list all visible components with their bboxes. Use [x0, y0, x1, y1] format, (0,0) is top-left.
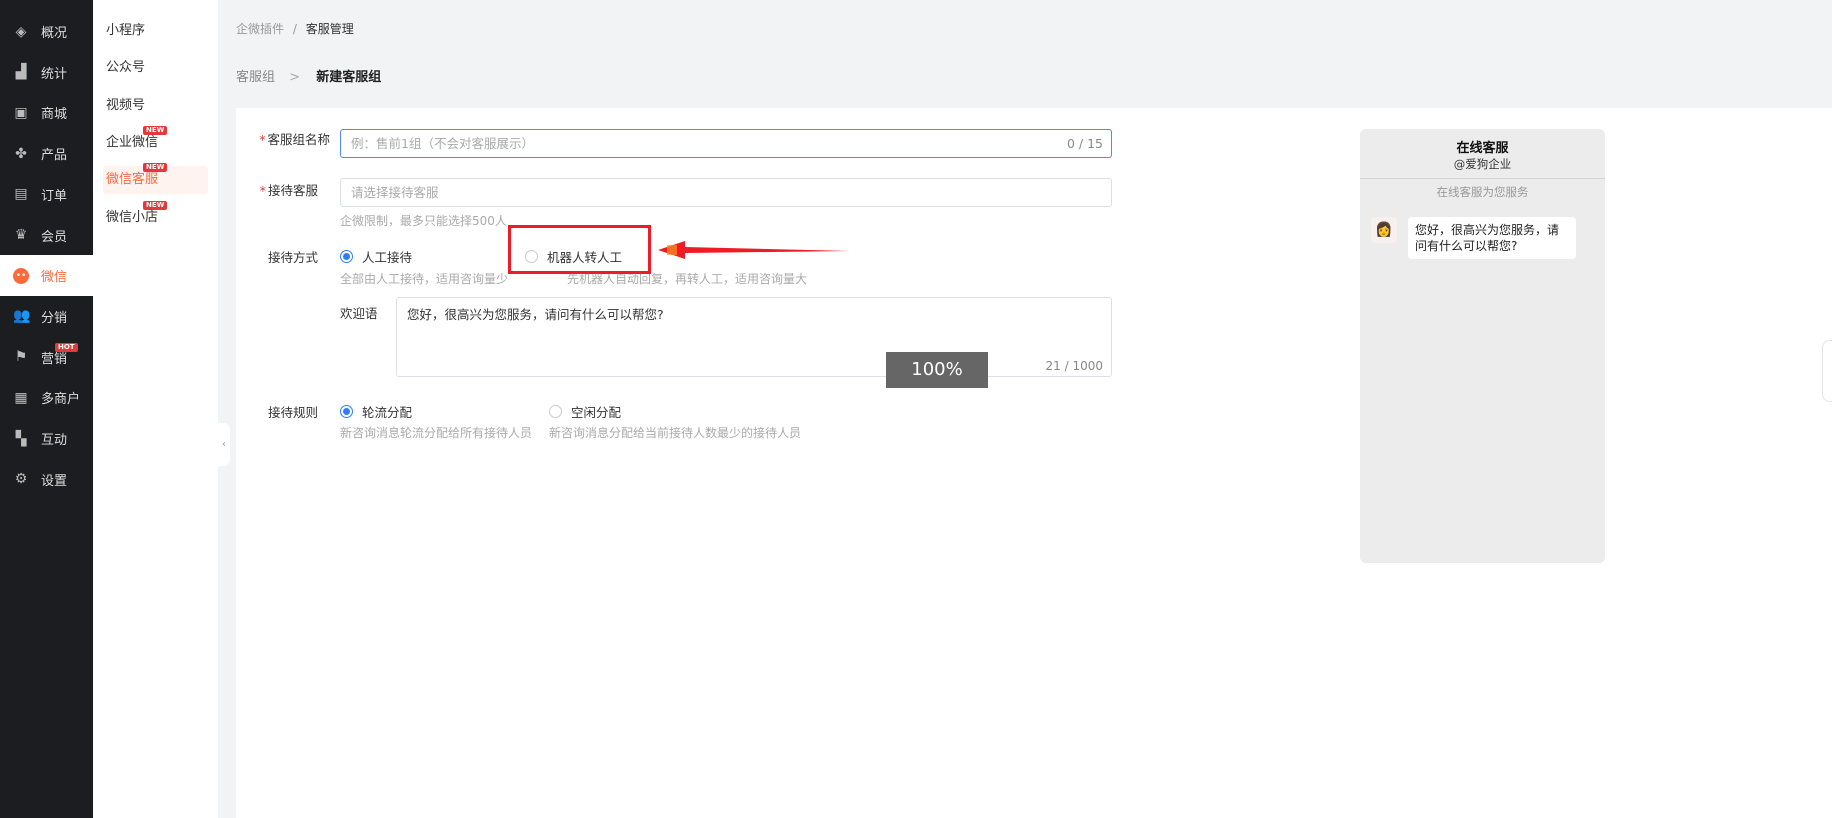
chat-preview: 在线客服 @爱狗企业 在线客服为您服务 👩 您好，很高兴为您服务，请问有什么可以… — [1360, 129, 1605, 563]
breadcrumb-sep: / — [292, 22, 297, 36]
product-icon: ✤ — [15, 145, 27, 162]
submenu-item-label: 视频号 — [106, 97, 146, 113]
radio-round-robin[interactable]: 轮流分配 — [340, 402, 412, 421]
agent-placeholder: 请选择接待客服 — [351, 185, 439, 200]
rule-label: 接待规则 — [267, 405, 318, 420]
name-label: * 客服组名称 — [259, 132, 330, 147]
round-robin-hint: 新咨询消息轮流分配给所有接待人员 — [340, 426, 533, 440]
chevron-right-icon: > — [289, 70, 301, 85]
breadcrumb-parent[interactable]: 企微插件 — [236, 22, 284, 36]
merchant-icon: ▦ — [14, 389, 28, 406]
sidebar-item-label: 会员 — [41, 229, 68, 245]
sidebar-item-0[interactable]: ◈ 概况 — [0, 11, 93, 52]
sidebar-item-2[interactable]: ▣ 商城 — [0, 92, 93, 133]
radio-idle[interactable]: 空闲分配 — [549, 402, 621, 421]
title-parent-link[interactable]: 客服组 — [236, 70, 275, 85]
submenu-item-4[interactable]: 微信客服 NEW — [103, 163, 208, 195]
side-float-panel[interactable] — [1822, 340, 1832, 402]
radio-dot — [340, 250, 353, 263]
sidebar-item-4[interactable]: ▤ 订单 — [0, 174, 93, 215]
breadcrumb: 企微插件 / 客服管理 — [236, 20, 354, 37]
agent-avatar: 👩 — [1371, 217, 1397, 243]
group-name-placeholder: 例：售前1组（不会对客服展示） — [351, 136, 534, 151]
submenu-item-3[interactable]: 企业微信 NEW — [103, 125, 208, 157]
sidebar-item-7[interactable]: 👥 分销 — [0, 296, 93, 337]
sidebar-item-label: 微信 — [41, 270, 68, 286]
collapse-sidebar-handle[interactable]: ‹ — [218, 423, 230, 466]
sub-menu: 小程序 公众号 视频号 企业微信 NEW 微信客服 NEW 微信小店 NEW — [93, 0, 218, 818]
radio-manual[interactable]: 人工接待 — [340, 247, 412, 266]
group-name-input[interactable]: 例：售前1组（不会对客服展示） 0 / 15 — [340, 129, 1112, 158]
distribution-icon: 👥 — [13, 308, 31, 325]
welcome-bubble: 您好，很高兴为您服务，请问有什么可以帮您? — [1408, 217, 1576, 259]
radio-dot — [340, 405, 353, 418]
sidebar-item-5[interactable]: ♛ 会员 — [0, 215, 93, 256]
group-name-count: 0 / 15 — [1066, 136, 1103, 151]
manual-hint: 全部由人工接待，适用咨询量少 — [340, 272, 509, 286]
gear-icon: ⚙ — [14, 471, 28, 488]
preview-company: @爱狗企业 — [1360, 156, 1605, 179]
submenu-item-2[interactable]: 视频号 — [103, 92, 208, 120]
submenu-item-label: 企业微信 — [106, 134, 159, 150]
page-title: 客服组 > 新建客服组 — [236, 66, 381, 85]
shop-icon: ▣ — [14, 104, 28, 121]
new-badge: NEW — [143, 200, 168, 210]
sidebar-item-3[interactable]: ✤ 产品 — [0, 133, 93, 174]
agent-hint: 企微限制，最多只能选择500人 — [340, 214, 507, 228]
sidebar-item-11[interactable]: ⚙ 设置 — [0, 459, 93, 500]
flag-icon: ⚑ — [14, 349, 28, 366]
sidebar-item-8[interactable]: ⚑ 营销 HOT — [0, 337, 93, 378]
sidebar-item-1[interactable]: ▟ 统计 — [0, 52, 93, 93]
title-current: 新建客服组 — [316, 70, 382, 85]
interact-icon: ▚ — [15, 430, 27, 447]
preview-subtitle: 在线客服为您服务 — [1436, 185, 1529, 199]
wechat-icon: •• — [13, 267, 29, 284]
submenu-item-5[interactable]: 微信小店 NEW — [103, 200, 208, 232]
sidebar-item-9[interactable]: ▦ 多商户 — [0, 377, 93, 418]
stats-icon: ▟ — [15, 64, 27, 81]
breadcrumb-current: 客服管理 — [305, 22, 354, 36]
sidebar-item-10[interactable]: ▚ 互动 — [0, 418, 93, 459]
submenu-item-label: 公众号 — [106, 60, 146, 76]
submenu-item-0[interactable]: 小程序 — [103, 17, 208, 45]
crown-icon: ♛ — [14, 227, 28, 243]
sidebar-item-label: 商城 — [41, 107, 68, 123]
sidebar-item-label: 互动 — [41, 433, 68, 448]
agent-label: * 接待客服 — [259, 183, 318, 198]
submenu-item-label: 小程序 — [106, 23, 146, 38]
radio-dot — [549, 405, 562, 418]
idle-hint: 新咨询消息分配给当前接待人数最少的接待人员 — [549, 426, 802, 440]
order-icon: ▤ — [14, 186, 28, 203]
hot-badge: HOT — [55, 342, 78, 352]
sidebar-item-label: 订单 — [41, 188, 68, 204]
annotation-highlight-box — [508, 225, 651, 274]
submenu-item-label: 微信小店 — [106, 209, 159, 225]
layers-icon: ◈ — [15, 23, 27, 40]
sidebar-item-label: 统计 — [41, 66, 68, 82]
sidebar-item-label: 产品 — [41, 148, 68, 164]
sidebar-item-label: 概况 — [41, 26, 68, 41]
submenu-item-label: 微信客服 — [106, 172, 159, 188]
mode-label: 接待方式 — [267, 250, 318, 265]
zoom-level-overlay: 100% — [886, 352, 988, 388]
sidebar-item-6[interactable]: •• 微信 — [0, 255, 93, 297]
welcome-count: 21 / 1000 — [1045, 359, 1103, 373]
preview-title: 在线客服 — [1456, 141, 1509, 156]
main-sidebar: ◈ 概况 ▟ 统计 ▣ 商城 ✤ 产品 ▤ 订单 ♛ 会员 •• 微信 👥 分销 ⚑ 营销 HOT ▦ 多商户 ▚ 互动 ⚙ 设… — [0, 0, 93, 818]
annotation-arrow-icon — [658, 241, 850, 259]
new-badge: NEW — [143, 125, 168, 135]
submenu-item-1[interactable]: 公众号 — [103, 54, 208, 82]
agent-select[interactable]: 请选择接待客服 — [340, 178, 1112, 207]
new-badge: NEW — [143, 163, 168, 173]
welcome-textarea[interactable]: 您好，很高兴为您服务，请问有什么可以帮您? 21 / 1000 — [396, 297, 1112, 377]
sidebar-item-label: 分销 — [41, 310, 68, 326]
sidebar-item-label: 设置 — [41, 473, 68, 489]
sidebar-item-label: 多商户 — [41, 392, 81, 408]
